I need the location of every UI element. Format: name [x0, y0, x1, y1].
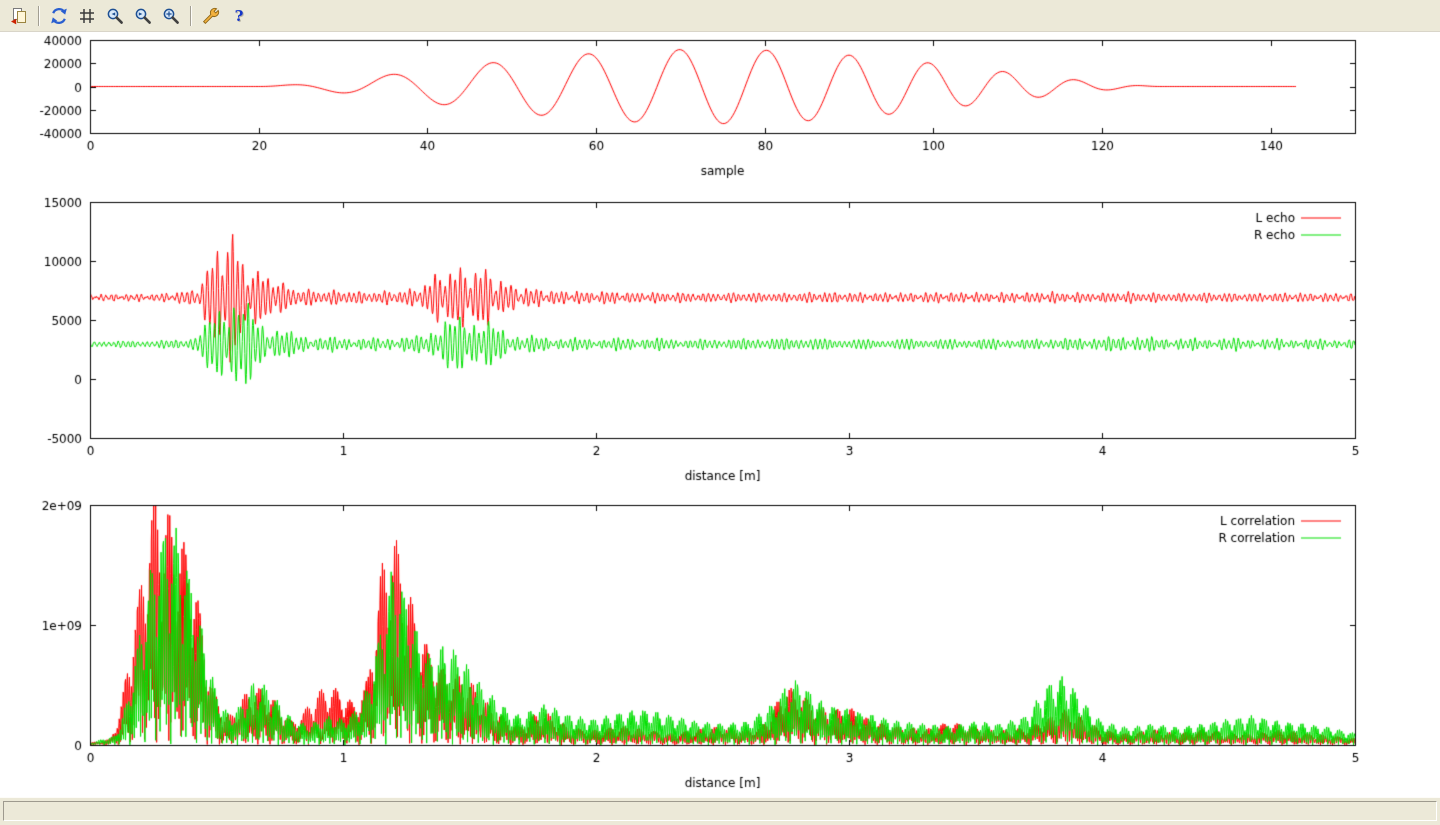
- zoom-next-button[interactable]: [130, 3, 156, 29]
- wrench-icon: [202, 7, 220, 25]
- toolbar-separator: [38, 6, 40, 26]
- autoscale-button[interactable]: [158, 3, 184, 29]
- status-bar: [0, 797, 1440, 825]
- copy-icon: [10, 7, 28, 25]
- grid-icon: [78, 7, 96, 25]
- status-text: [3, 801, 1437, 821]
- plot-area: [0, 32, 1440, 797]
- zoom-previous-icon: [106, 7, 124, 25]
- toggle-grid-button[interactable]: [74, 3, 100, 29]
- replot-button[interactable]: [46, 3, 72, 29]
- toolbar: ?: [0, 0, 1440, 32]
- plot-canvas[interactable]: [0, 32, 1440, 797]
- toolbar-separator: [190, 6, 192, 26]
- help-button[interactable]: ?: [226, 3, 252, 29]
- gnuplot-window: ?: [0, 0, 1440, 825]
- configure-button[interactable]: [198, 3, 224, 29]
- question-mark-icon: ?: [230, 7, 248, 25]
- autoscale-magnifier-icon: [162, 7, 180, 25]
- refresh-icon: [50, 7, 68, 25]
- copy-to-clipboard-button[interactable]: [6, 3, 32, 29]
- zoom-previous-button[interactable]: [102, 3, 128, 29]
- zoom-next-icon: [134, 7, 152, 25]
